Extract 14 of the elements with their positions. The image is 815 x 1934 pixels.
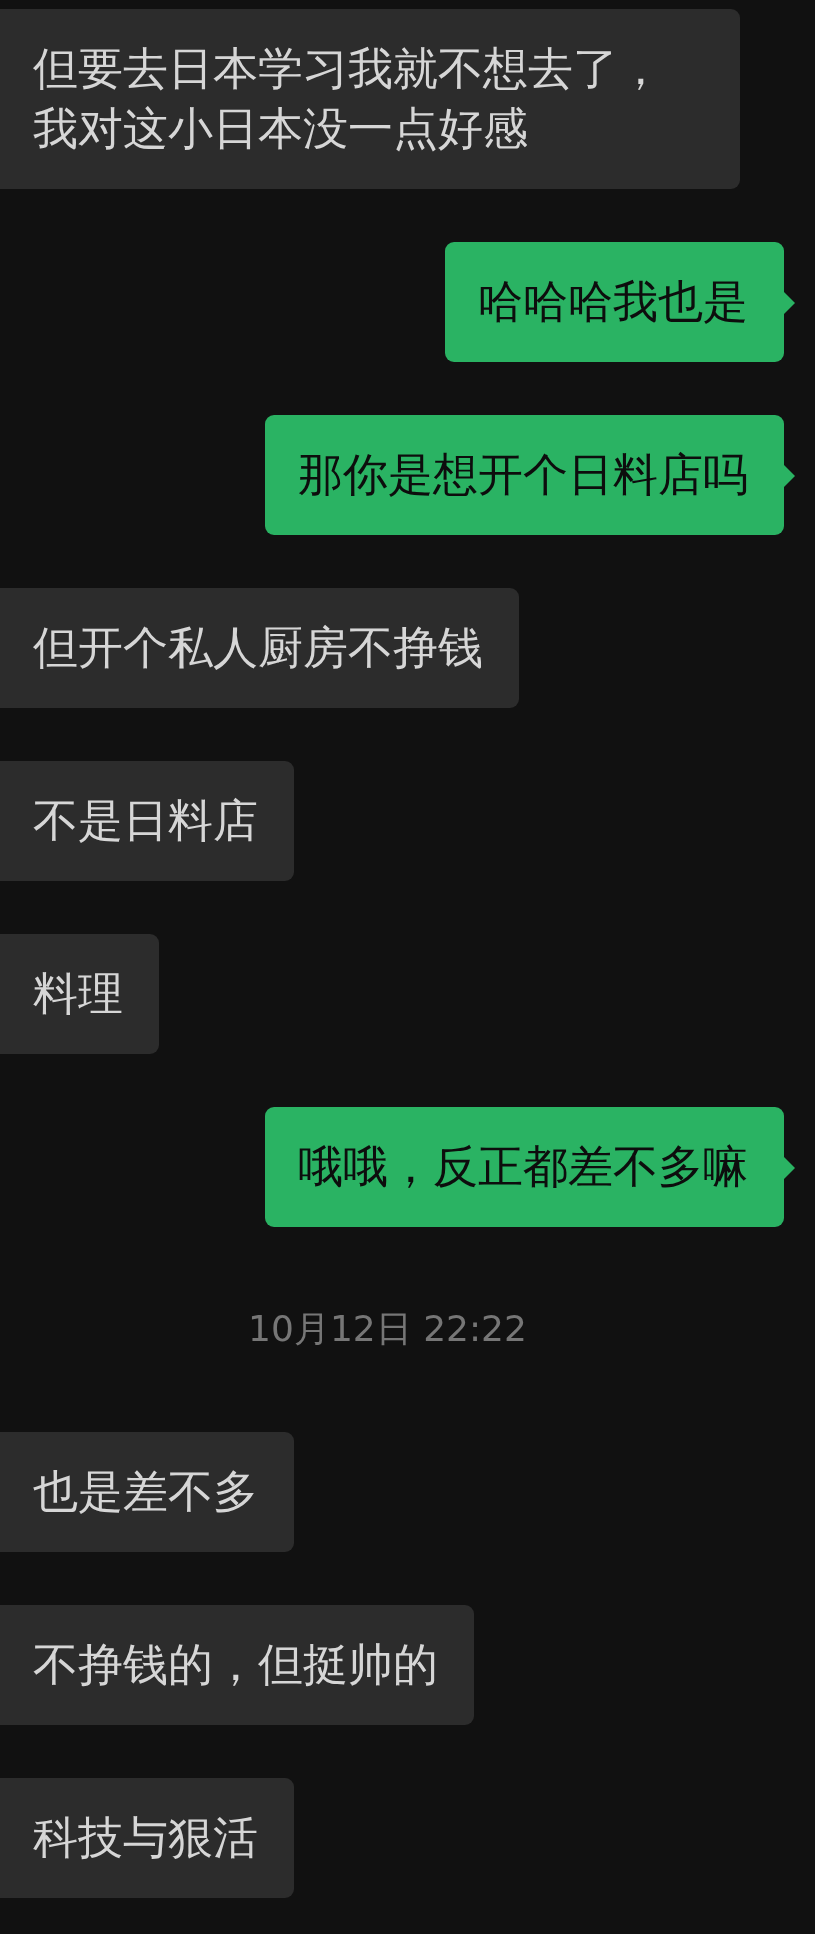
message-bubble: 哈哈哈我也是 [445, 242, 784, 362]
bubble-tail [784, 292, 795, 314]
message-bubble: 不是日料店 [0, 761, 294, 881]
message-bubble: 那你是想开个日料店吗 [265, 415, 784, 535]
timestamp: 10月12日 22:22 [248, 1307, 527, 1351]
bubble-tail [784, 1157, 795, 1179]
message-bubble: 不挣钱的，但挺帅的 [0, 1605, 474, 1725]
bubble-tail [784, 465, 795, 487]
message-bubble: 科技与狠活 [0, 1778, 294, 1898]
message-bubble: 也是差不多 [0, 1432, 294, 1552]
message-bubble: 料理 [0, 934, 159, 1054]
message-bubble: 但开个私人厨房不挣钱 [0, 588, 519, 708]
message-bubble: 哦哦，反正都差不多嘛 [265, 1107, 784, 1227]
message-bubble: 但要去日本学习我就不想去了，我对这小日本没一点好感 [0, 9, 740, 189]
